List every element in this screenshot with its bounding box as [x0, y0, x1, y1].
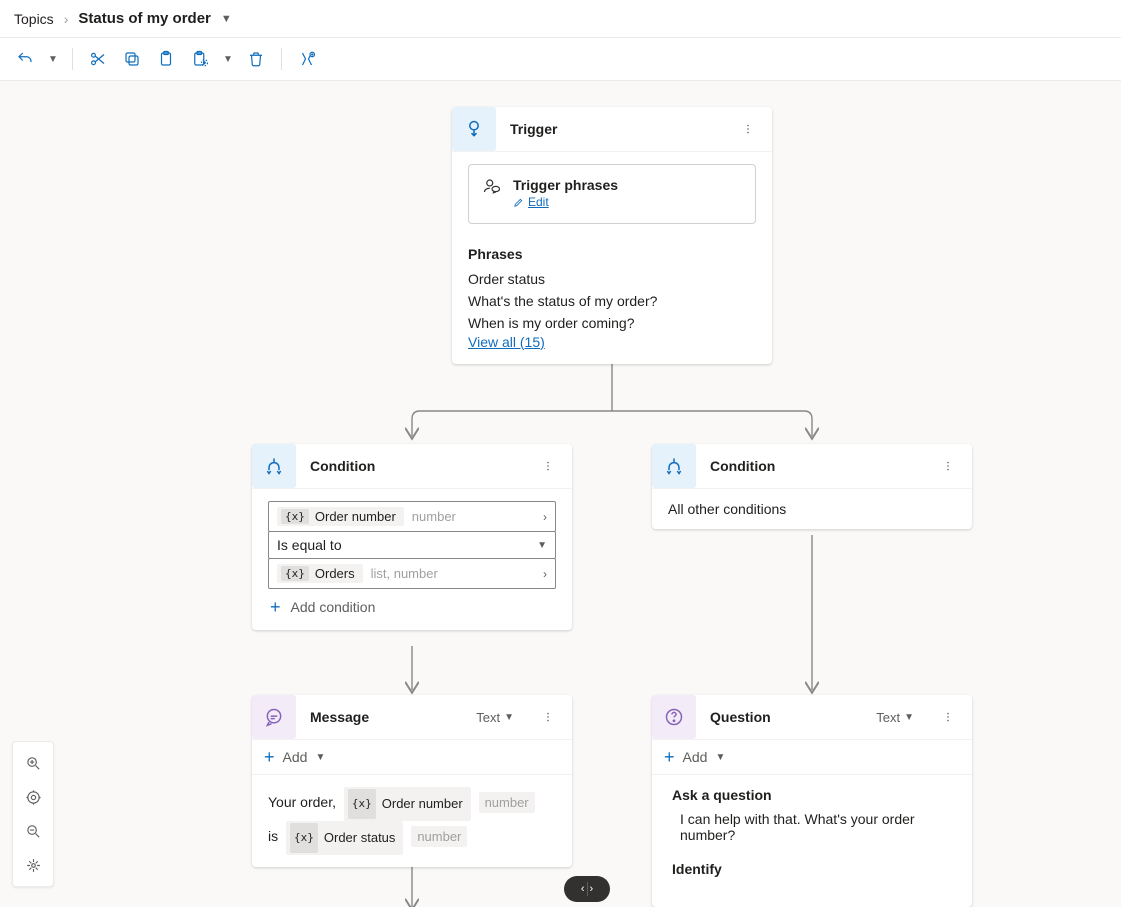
plus-icon: + [270, 598, 281, 616]
variable-chip: {x} Orders [277, 564, 363, 583]
trigger-phrase: When is my order coming? [468, 312, 756, 334]
condition-node-else[interactable]: Condition All other conditions [652, 444, 972, 529]
delete-button[interactable] [241, 44, 271, 74]
variable-type: number [411, 826, 467, 847]
next-button[interactable]: › [590, 883, 594, 895]
node-menu-button[interactable] [536, 705, 560, 729]
else-label: All other conditions [668, 501, 786, 517]
paste-dropdown[interactable]: ▼ [219, 44, 237, 74]
chevron-down-icon: ▼ [315, 752, 325, 763]
variable-chip: {x} Order number [344, 787, 471, 821]
trigger-node[interactable]: Trigger Trigger phrases Edit Phra [452, 107, 772, 364]
paste-special-button[interactable] [185, 44, 215, 74]
breadcrumb: Topics › Status of my order ▼ [0, 0, 1121, 38]
toolbar-separator [72, 48, 73, 70]
add-message-variation[interactable]: + Add ▼ [252, 740, 572, 775]
variable-icon: {x} [290, 823, 318, 853]
condition-variable-field[interactable]: {x} Order number number › [268, 501, 556, 532]
question-type-dropdown[interactable]: Text▼ [876, 710, 914, 725]
message-type-dropdown[interactable]: Text▼ [476, 710, 514, 725]
chevron-down-icon: ▼ [715, 752, 725, 763]
variable-icon: {x} [281, 509, 309, 524]
phrases-icon [483, 177, 501, 198]
variable-type: number [412, 509, 456, 524]
question-icon [652, 695, 696, 739]
node-title: Condition [310, 458, 522, 474]
operator-label: Is equal to [277, 537, 342, 553]
trigger-icon [452, 107, 496, 151]
variables-button[interactable] [292, 44, 322, 74]
message-node[interactable]: Message Text▼ + Add ▼ Your order, {x} Or… [252, 695, 572, 867]
trigger-phrase: What's the status of my order? [468, 290, 756, 312]
pill-separator [587, 882, 588, 896]
toolbar-separator [281, 48, 282, 70]
branch-icon [652, 444, 696, 488]
trigger-phrases-title: Trigger phrases [513, 177, 618, 193]
node-title: Trigger [510, 121, 722, 137]
zoom-in-button[interactable] [17, 746, 49, 780]
condition-node[interactable]: Condition {x} Order number number › Is e… [252, 444, 572, 630]
chevron-down-icon: ▼ [537, 540, 547, 551]
message-icon [252, 695, 296, 739]
add-question-variation[interactable]: + Add ▼ [652, 740, 972, 775]
question-text[interactable]: I can help with that. What's your order … [672, 811, 952, 843]
variable-type: list, number [371, 566, 438, 581]
branch-icon [252, 444, 296, 488]
page-title: Status of my order [78, 10, 211, 27]
copy-button[interactable] [117, 44, 147, 74]
variable-icon: {x} [348, 789, 376, 819]
question-node[interactable]: Question Text▼ + Add ▼ Ask a question I … [652, 695, 972, 907]
node-menu-button[interactable] [936, 705, 960, 729]
fit-view-button[interactable] [17, 780, 49, 814]
plus-icon: + [664, 748, 675, 766]
chevron-right-icon: › [543, 510, 547, 524]
chevron-right-icon: › [543, 567, 547, 581]
add-condition-button[interactable]: + Add condition [268, 588, 556, 618]
zoom-out-button[interactable] [17, 814, 49, 848]
condition-value-field[interactable]: {x} Orders list, number › [268, 558, 556, 589]
chevron-down-icon[interactable]: ▼ [221, 13, 232, 25]
plus-icon: + [264, 748, 275, 766]
identify-label: Identify [672, 861, 952, 877]
node-title: Condition [710, 458, 922, 474]
paste-button[interactable] [151, 44, 181, 74]
nav-pill: ‹ › [564, 876, 610, 902]
cut-button[interactable] [83, 44, 113, 74]
phrases-heading: Phrases [468, 246, 756, 262]
node-menu-button[interactable] [536, 454, 560, 478]
undo-dropdown[interactable]: ▼ [44, 44, 62, 74]
trigger-phrase: Order status [468, 268, 756, 290]
view-all-phrases-link[interactable]: View all (15) [468, 334, 545, 350]
chevron-right-icon: › [64, 11, 69, 27]
node-title: Message [310, 709, 462, 725]
reset-view-button[interactable] [17, 848, 49, 882]
undo-button[interactable] [10, 44, 40, 74]
variable-chip: {x} Order status [286, 821, 403, 855]
node-menu-button[interactable] [736, 117, 760, 141]
edit-phrases-link[interactable]: Edit [513, 195, 549, 209]
node-title: Question [710, 709, 862, 725]
condition-operator-field[interactable]: Is equal to ▼ [268, 531, 556, 559]
message-content[interactable]: Your order, {x} Order number number is {… [252, 775, 572, 867]
variable-chip: {x} Order number [277, 507, 404, 526]
prev-button[interactable]: ‹ [581, 883, 585, 895]
editor-toolbar: ▼ ▼ [0, 38, 1121, 81]
ask-question-label: Ask a question [672, 787, 952, 803]
authoring-canvas[interactable]: Trigger Trigger phrases Edit Phra [0, 81, 1121, 907]
variable-icon: {x} [281, 566, 309, 581]
trigger-phrases-card[interactable]: Trigger phrases Edit [468, 164, 756, 224]
breadcrumb-root[interactable]: Topics [14, 11, 54, 27]
canvas-zoom-toolbar [12, 741, 54, 887]
variable-type: number [479, 792, 535, 813]
node-menu-button[interactable] [936, 454, 960, 478]
